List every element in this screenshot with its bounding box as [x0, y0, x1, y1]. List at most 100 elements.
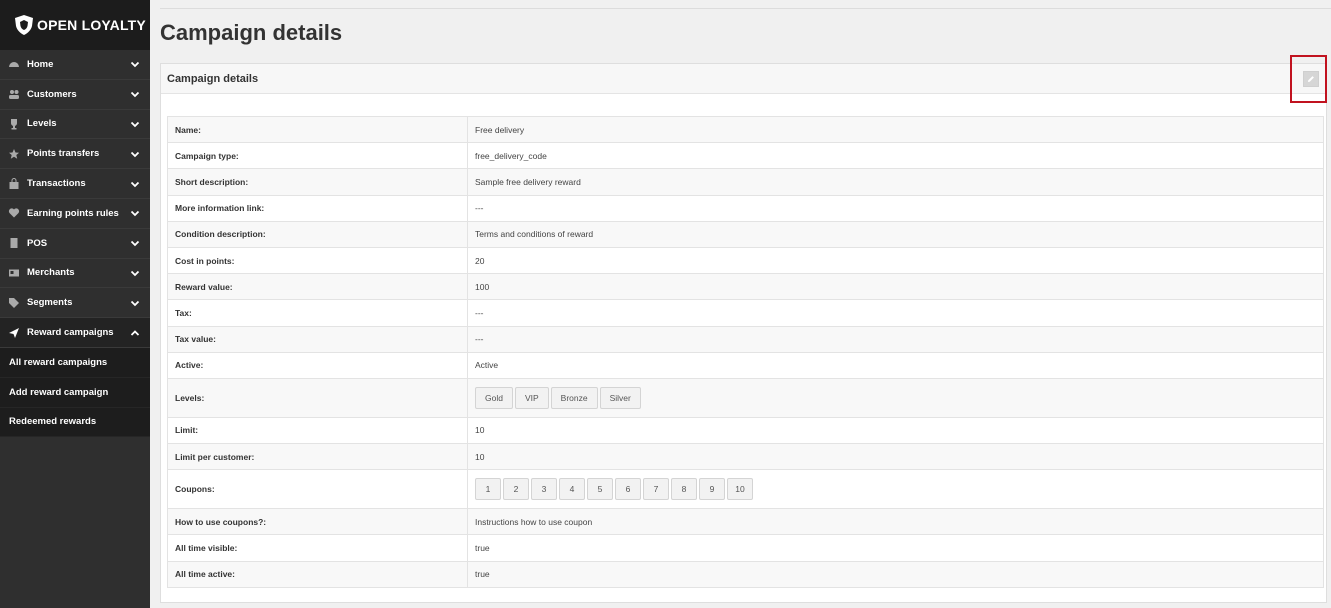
- coupon-tag[interactable]: 3: [531, 478, 557, 501]
- sidebar-item-reward-campaigns[interactable]: Reward campaigns: [0, 318, 150, 348]
- sidebar-nav: Home Customers Levels Points transfers Trans…: [0, 50, 150, 438]
- coupon-tag[interactable]: 7: [643, 478, 669, 501]
- table-row: Limit: 10: [167, 416, 1324, 445]
- sidebar-item-earning-points-rules[interactable]: Earning points rules: [0, 198, 150, 229]
- field-label: Limit per customer:: [167, 443, 468, 471]
- chevron-down-icon[interactable]: [130, 208, 140, 218]
- coupon-tag[interactable]: 6: [615, 478, 641, 501]
- field-label: Campaign type:: [167, 142, 468, 170]
- edit-button[interactable]: [1303, 71, 1319, 87]
- table-row: How to use coupons?: Instructions how to …: [167, 508, 1324, 536]
- chevron-down-icon[interactable]: [130, 119, 140, 129]
- table-row: All time active: true: [167, 560, 1324, 588]
- coupon-tag[interactable]: 2: [503, 478, 529, 501]
- coupon-tag[interactable]: 4: [559, 478, 585, 501]
- field-tags: 1 2 3 4 5 6 7 8 9 10: [467, 469, 1324, 510]
- table-row: Levels: Gold VIP Bronze Silver: [167, 377, 1324, 418]
- table-row: Name: Free delivery: [167, 115, 1324, 144]
- pencil-icon: [1308, 76, 1314, 82]
- campaign-details-panel: Campaign details Name: Free delivery Campa…: [160, 63, 1327, 603]
- sidebar-item-levels[interactable]: Levels: [0, 109, 150, 140]
- coupon-tag[interactable]: 8: [671, 478, 697, 501]
- sidebar-item-transactions[interactable]: Transactions: [0, 169, 150, 199]
- sidebar-item-label: Segments: [27, 297, 73, 309]
- chevron-down-icon[interactable]: [130, 298, 140, 308]
- field-value: true: [467, 534, 1324, 562]
- table-row: Condition description: Terms and conditio…: [167, 220, 1324, 248]
- star-icon: [8, 148, 20, 160]
- field-label: Cost in points:: [167, 246, 468, 275]
- field-label: Coupons:: [167, 469, 468, 510]
- field-value: Sample free delivery reward: [467, 168, 1324, 196]
- send-icon: [8, 327, 20, 339]
- id-card-icon: [8, 267, 20, 279]
- field-label: Limit:: [167, 416, 468, 445]
- sidebar-item-merchants[interactable]: Merchants: [0, 258, 150, 289]
- sidebar-subitem-redeemed-rewards[interactable]: Redeemed rewards: [0, 407, 150, 438]
- level-tag[interactable]: VIP: [514, 386, 549, 409]
- brand-name: OPEN LOYALTY: [37, 17, 146, 33]
- chevron-up-icon[interactable]: [130, 328, 140, 338]
- sidebar-item-label: Customers: [27, 88, 77, 100]
- field-value: ---: [467, 194, 1324, 222]
- sidebar-item-customers[interactable]: Customers: [0, 79, 150, 110]
- field-value: 10: [467, 443, 1324, 471]
- table-row: All time visible: true: [167, 534, 1324, 562]
- sidebar-item-label: Reward campaigns: [27, 327, 114, 339]
- field-label: All time active:: [167, 560, 468, 588]
- table-row: Coupons: 1 2 3 4 5 6 7 8 9 10: [167, 469, 1324, 510]
- panel-header: Campaign details: [161, 64, 1326, 94]
- main-content: Campaign details Campaign details Name: F…: [150, 0, 1331, 608]
- table-row: More information link: ---: [167, 194, 1324, 222]
- chevron-down-icon[interactable]: [130, 268, 140, 278]
- panel-title: Campaign details: [167, 72, 259, 85]
- sidebar-item-segments[interactable]: Segments: [0, 288, 150, 319]
- coupon-tag[interactable]: 9: [699, 478, 725, 501]
- chevron-down-icon[interactable]: [130, 59, 140, 69]
- table-row: Short description: Sample free delivery r…: [167, 168, 1324, 196]
- coupon-tag[interactable]: 1: [475, 478, 501, 501]
- chevron-down-icon[interactable]: [130, 89, 140, 99]
- sidebar-item-label: Levels: [27, 118, 57, 130]
- sidebar-item-label: Home: [27, 58, 54, 70]
- sidebar-item-points-transfers[interactable]: Points transfers: [0, 139, 150, 170]
- details-table: Name: Free delivery Campaign type: free_del…: [167, 115, 1324, 588]
- field-tags: Gold VIP Bronze Silver: [467, 377, 1324, 418]
- sidebar-item-label: POS: [27, 237, 48, 249]
- table-row: Tax value: ---: [167, 325, 1324, 353]
- sidebar-item-label: Points transfers: [27, 148, 100, 160]
- field-value: free_delivery_code: [467, 142, 1324, 170]
- field-value: 100: [467, 273, 1324, 301]
- sidebar-item-home[interactable]: Home: [0, 50, 150, 80]
- level-tag[interactable]: Gold: [475, 386, 513, 409]
- coupon-tag[interactable]: 5: [587, 478, 613, 501]
- coupon-tag[interactable]: 10: [727, 478, 753, 501]
- field-label: Tax value:: [167, 325, 468, 353]
- field-label: Active:: [167, 351, 468, 379]
- field-label: Tax:: [167, 299, 468, 327]
- dashboard-icon: [8, 58, 20, 70]
- field-label: How to use coupons?:: [167, 508, 468, 536]
- level-tag[interactable]: Bronze: [550, 386, 598, 409]
- shield-logo-icon: [15, 15, 33, 35]
- field-label: Reward value:: [167, 273, 468, 301]
- field-value: Instructions how to use coupon: [467, 508, 1324, 536]
- table-row: Cost in points: 20: [167, 246, 1324, 275]
- sidebar-subitem-add-reward-campaign[interactable]: Add reward campaign: [0, 377, 150, 408]
- table-row: Reward value: 100: [167, 273, 1324, 301]
- field-value: Active: [467, 351, 1324, 379]
- field-label: Short description:: [167, 168, 468, 196]
- level-tag[interactable]: Silver: [599, 386, 641, 409]
- chevron-down-icon[interactable]: [130, 238, 140, 248]
- field-label: Name:: [167, 115, 468, 144]
- sidebar-subitem-all-reward-campaigns[interactable]: All reward campaigns: [0, 347, 150, 378]
- chevron-down-icon[interactable]: [130, 179, 140, 189]
- sidebar-item-pos[interactable]: POS: [0, 228, 150, 259]
- field-value: true: [467, 560, 1324, 588]
- trophy-icon: [8, 118, 20, 130]
- sidebar-item-label: Transactions: [27, 178, 86, 190]
- chevron-down-icon[interactable]: [130, 149, 140, 159]
- brand-logo[interactable]: OPEN LOYALTY: [0, 0, 150, 50]
- divider: [160, 8, 1331, 9]
- table-row: Active: Active: [167, 351, 1324, 379]
